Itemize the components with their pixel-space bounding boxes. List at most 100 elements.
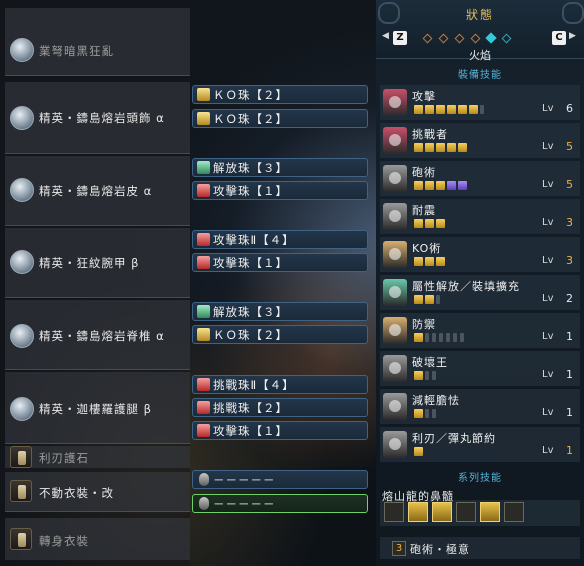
jewel-name: ＫＯ珠【２】 — [213, 328, 288, 342]
equip-name: 精英・狂紋腕甲 β — [39, 256, 140, 270]
set-piece-icon — [432, 502, 452, 522]
skill-name: KO術 — [412, 242, 442, 255]
skill-row[interactable]: 砲術 Lv 5 — [380, 161, 580, 196]
equip-row-mantle-2[interactable]: 轉身衣裝 — [5, 518, 190, 560]
jewel-slot[interactable]: 攻擊珠【１】 — [192, 421, 368, 440]
skill-lv-label: Lv — [542, 445, 554, 456]
mantle-slot-selected[interactable]: －－－－－ — [192, 494, 368, 513]
equip-name: 精英・迦樓羅護腿 β — [39, 402, 152, 416]
level-pip-empty — [480, 105, 484, 114]
skill-row[interactable]: 減輕膽怯 Lv 1 — [380, 389, 580, 424]
skill-level-bar — [414, 333, 467, 342]
level-pip — [425, 143, 434, 152]
level-pip — [414, 295, 423, 304]
skill-row[interactable]: 挑戰者 Lv 5 — [380, 123, 580, 158]
equip-row-waist[interactable]: 精英・鑄島熔岩脊椎 α — [5, 300, 190, 370]
skill-row[interactable]: KO術 Lv 3 — [380, 237, 580, 272]
attack-skill-icon — [383, 89, 407, 116]
jewel-name: 挑戰珠Ⅱ【４】 — [213, 378, 295, 392]
equip-row-helm[interactable]: 精英・鑄島熔岩頭飾 α — [5, 82, 190, 154]
equip-row-weapon[interactable]: 業弩暗黑狂亂 — [5, 8, 190, 76]
decoration-icon — [197, 378, 210, 391]
skill-lv-label: Lv — [542, 141, 554, 152]
level-pip — [414, 333, 423, 342]
skill-level: 1 — [566, 444, 573, 457]
equip-row-legs[interactable]: 精英・迦樓羅護腿 β — [5, 372, 190, 444]
decoration-icon — [197, 88, 210, 101]
level-pip — [458, 143, 467, 152]
jewel-slot[interactable]: 挑戰珠Ⅱ【４】 — [192, 375, 368, 394]
key-c-button[interactable]: C — [552, 31, 566, 45]
skill-lv-label: Lv — [542, 407, 554, 418]
skill-name: 攻擊 — [412, 90, 436, 103]
jewel-slot[interactable]: 解放珠【３】 — [192, 302, 368, 321]
guard-skill-icon — [383, 317, 407, 344]
mantle-slot[interactable]: －－－－－ — [192, 470, 368, 489]
level-pip-empty — [436, 295, 440, 304]
key-z-button[interactable]: Z — [393, 31, 407, 45]
set-bonus-count: 3 — [392, 541, 406, 556]
skill-level-bar — [414, 295, 443, 304]
equip-row-mantle-1[interactable]: 不動衣裝・改 — [5, 472, 190, 512]
equip-row-arms[interactable]: 精英・狂紋腕甲 β — [5, 228, 190, 298]
skill-level: 3 — [566, 216, 573, 229]
jewel-slot[interactable]: 挑戰珠【２】 — [192, 398, 368, 417]
level-pip-empty — [432, 371, 436, 380]
skill-row[interactable]: 防禦 Lv 1 — [380, 313, 580, 348]
set-piece-icon — [504, 502, 524, 522]
jewel-name: 解放珠【３】 — [213, 305, 288, 319]
level-pip-empty — [432, 409, 436, 418]
mantle-icon-2 — [10, 528, 32, 550]
level-pip — [436, 105, 445, 114]
skill-level: 1 — [566, 330, 573, 343]
row-divider — [5, 443, 190, 444]
skill-level-bar — [414, 219, 447, 228]
jewel-slot[interactable]: 攻擊珠【１】 — [192, 181, 368, 200]
level-pip-empty — [460, 333, 464, 342]
jewel-slot[interactable]: 解放珠【３】 — [192, 158, 368, 177]
jewel-slot[interactable]: 攻擊珠Ⅱ【４】 — [192, 230, 368, 249]
level-pip — [425, 181, 434, 190]
level-pip-decoration — [458, 181, 467, 190]
skill-lv-label: Lv — [542, 179, 554, 190]
skill-row[interactable]: 耐震 Lv 3 — [380, 199, 580, 234]
level-pip — [425, 257, 434, 266]
slugger-skill-icon — [383, 241, 407, 268]
equip-name: 不動衣裝・改 — [39, 486, 114, 500]
skill-level: 3 — [566, 254, 573, 267]
level-pip — [414, 105, 423, 114]
jewel-slot[interactable]: 攻擊珠【１】 — [192, 253, 368, 272]
jewel-name: 解放珠【３】 — [213, 161, 288, 175]
jewel-slot[interactable]: ＫＯ珠【２】 — [192, 325, 368, 344]
skill-row[interactable]: 破壞王 Lv 1 — [380, 351, 580, 386]
equip-row-charm[interactable]: 利刃護石 — [5, 446, 190, 468]
skill-row[interactable]: 攻擊 Lv 6 — [380, 85, 580, 120]
skill-level-bar — [414, 105, 487, 114]
skill-lv-label: Lv — [542, 217, 554, 228]
level-pip — [436, 143, 445, 152]
level-pip — [414, 219, 423, 228]
tremor-resistance-skill-icon — [383, 203, 407, 230]
arrow-right-icon[interactable]: ▶ — [569, 31, 576, 41]
arrow-left-icon[interactable]: ◀ — [382, 31, 389, 41]
level-pip — [414, 143, 423, 152]
jewel-slot[interactable]: ＫＯ珠【２】 — [192, 109, 368, 128]
level-pip-empty — [425, 371, 429, 380]
row-divider — [5, 225, 190, 226]
level-pip-empty — [432, 333, 436, 342]
jewel-slot[interactable]: ＫＯ珠【２】 — [192, 85, 368, 104]
empty-slot-icon — [199, 497, 209, 510]
level-pip-empty — [439, 333, 443, 342]
free-elem-ammo-up-skill-icon — [383, 279, 407, 306]
skill-lv-label: Lv — [542, 331, 554, 342]
equip-row-chest[interactable]: 精英・鑄島熔岩皮 α — [5, 156, 190, 226]
skill-name: 減輕膽怯 — [412, 394, 460, 407]
skill-row[interactable]: 利刃／彈丸節約 Lv 1 — [380, 427, 580, 462]
skill-level-bar — [414, 371, 439, 380]
set-bonus-name: 砲術・極意 — [410, 543, 470, 556]
skill-row[interactable]: 屬性解放／裝填擴充 Lv 2 — [380, 275, 580, 310]
set-piece-icon — [456, 502, 476, 522]
level-pip — [414, 371, 423, 380]
equip-skills-header: 裝備技能 — [458, 70, 502, 81]
equip-name: 精英・鑄島熔岩脊椎 α — [39, 329, 165, 343]
